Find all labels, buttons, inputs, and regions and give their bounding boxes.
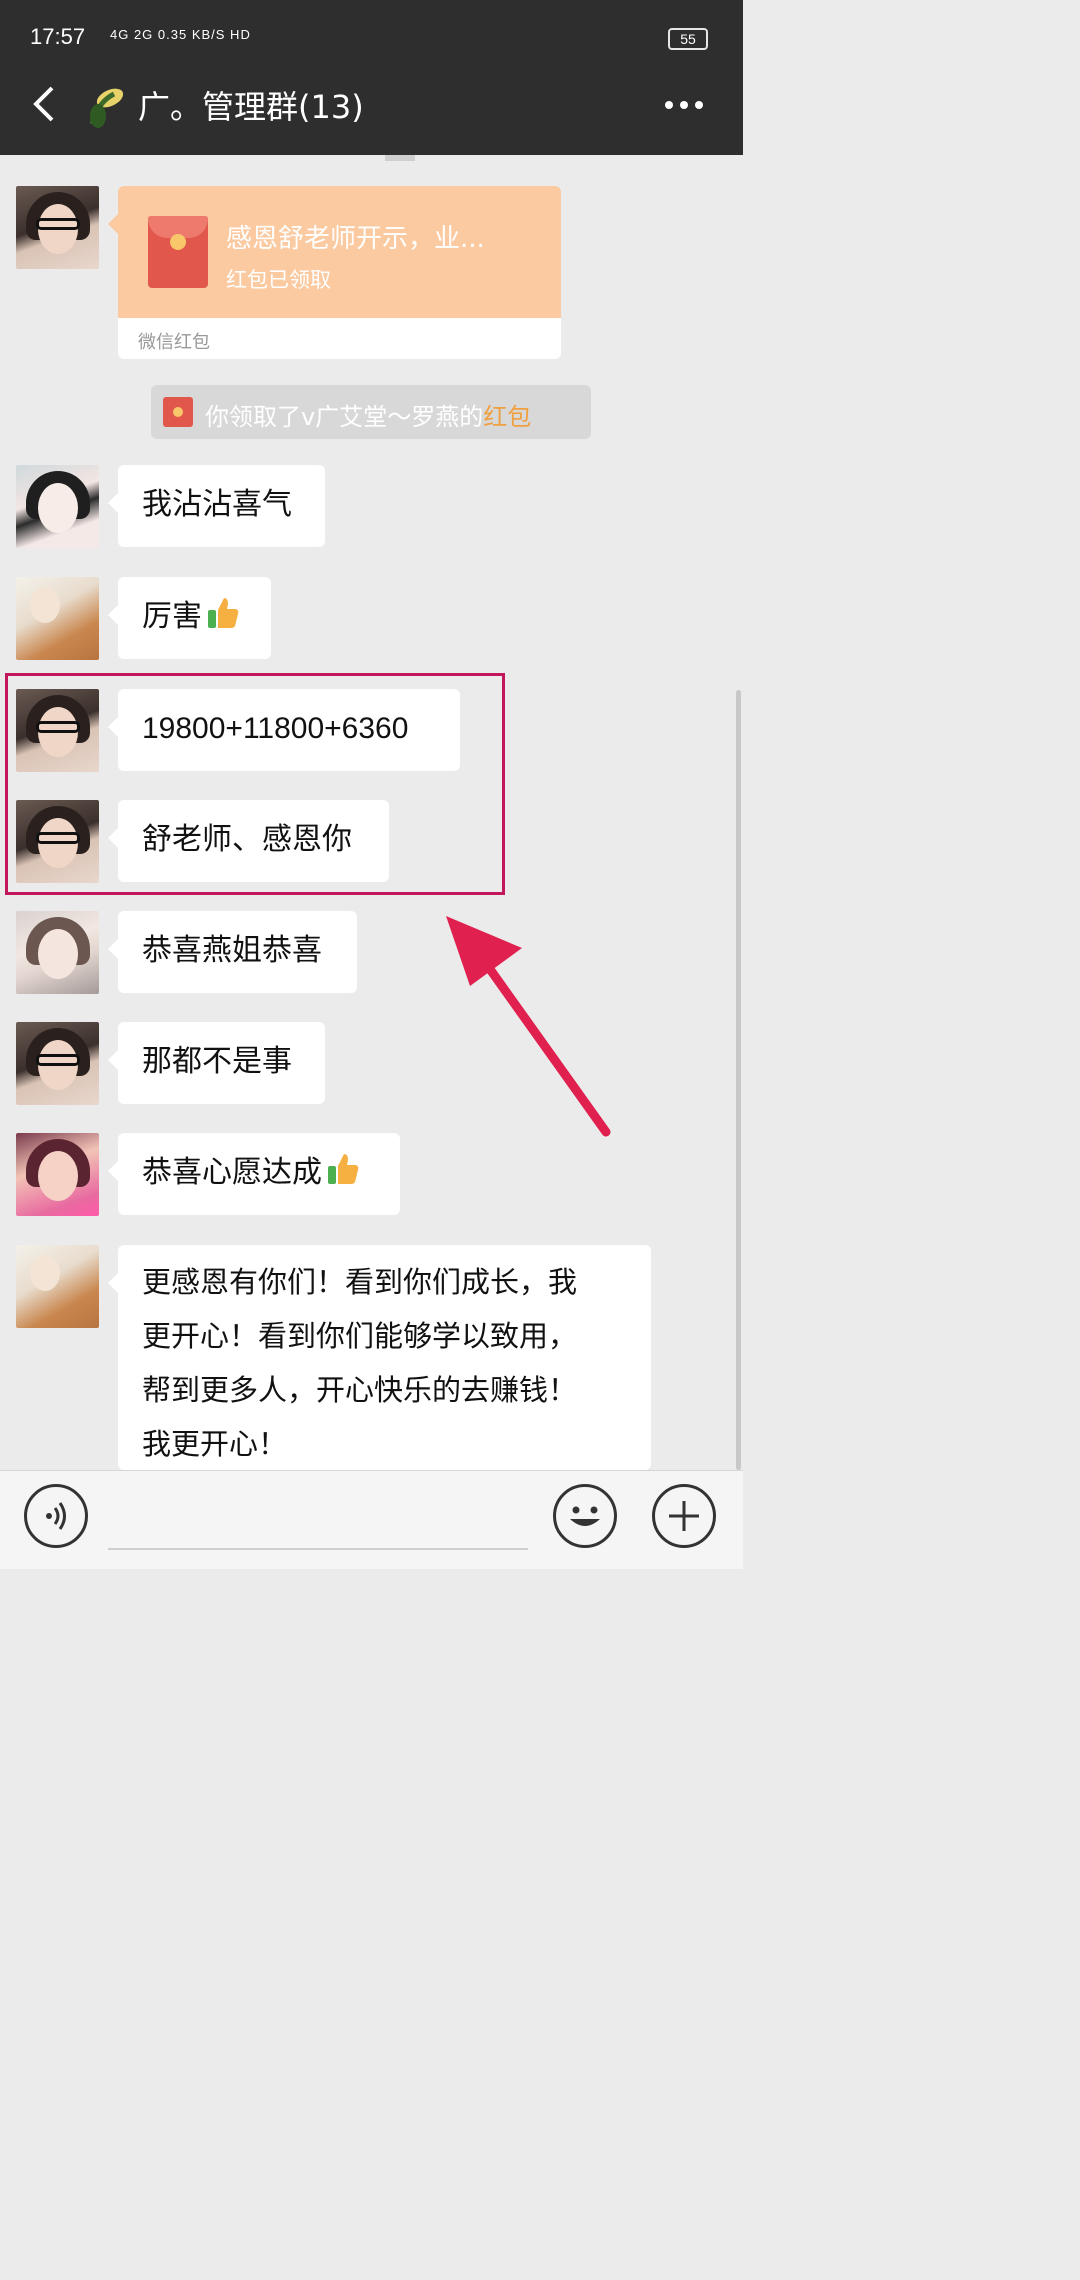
message-text: 那都不是事 — [142, 1044, 292, 1079]
red-packet-footer: 微信红包 — [138, 332, 210, 353]
red-packet-status: 红包已领取 — [226, 268, 331, 292]
battery-indicator: 55 — [668, 28, 708, 50]
message-text: 恭喜燕姐恭喜 — [142, 933, 322, 968]
status-time: 17:57 — [30, 24, 86, 49]
notice-text: 你领取了v广艾堂～罗燕的红包 — [205, 397, 531, 432]
message-line: 更感恩有你们！看到你们成长，我 — [142, 1265, 578, 1299]
voice-input-button[interactable] — [24, 1484, 88, 1548]
avatar-face — [30, 1255, 60, 1291]
status-network: 4G 2G 0.35 KB/S HD — [110, 27, 251, 42]
envelope-seal — [170, 234, 186, 250]
message-bubble[interactable]: 厉害 — [108, 577, 271, 659]
message-bubble[interactable]: 更感恩有你们！看到你们成长，我 更开心！看到你们能够学以致用， 帮到更多人，开心… — [108, 1245, 651, 1470]
avatar-glasses — [36, 218, 80, 230]
message-line: 更开心！看到你们能够学以致用， — [142, 1319, 578, 1353]
red-packet-message[interactable]: 感恩舒老师开示，业... 红包已领取 微信红包 — [118, 186, 561, 359]
avatar[interactable] — [16, 1133, 99, 1216]
more-options-icon[interactable] — [664, 100, 704, 110]
avatar-face — [38, 483, 78, 533]
red-envelope-icon — [148, 216, 208, 288]
red-packet-title: 感恩舒老师开示，业... — [226, 224, 485, 254]
scrollbar[interactable] — [736, 690, 741, 1470]
back-arrow-icon[interactable] — [26, 84, 66, 124]
emoji-button[interactable] — [553, 1484, 617, 1548]
avatar[interactable] — [16, 465, 99, 548]
message-text: 恭喜心愿达成 — [142, 1155, 322, 1190]
avatar[interactable] — [16, 1022, 99, 1105]
avatar[interactable] — [16, 1245, 99, 1328]
message-bubble[interactable]: 我沾沾喜气 — [108, 465, 325, 547]
more-functions-button[interactable] — [652, 1484, 716, 1548]
message-bubble[interactable]: 恭喜燕姐恭喜 — [108, 911, 357, 993]
message-text: 我沾沾喜气 — [142, 487, 292, 522]
chat-title: 广。管理群(13) — [138, 88, 364, 126]
group-avatar-icon — [89, 88, 124, 128]
highlight-box — [5, 673, 505, 895]
message-bubble[interactable]: 那都不是事 — [108, 1022, 325, 1104]
pull-indicator — [385, 155, 415, 161]
title-bar — [0, 0, 743, 155]
message-line: 帮到更多人，开心快乐的去赚钱！ — [142, 1373, 578, 1407]
red-envelope-icon — [163, 397, 193, 427]
avatar-face — [30, 587, 60, 623]
annotation-arrow — [446, 916, 611, 1137]
notice-prefix: 你领取了v广艾堂～罗燕的 — [205, 403, 484, 431]
avatar-face — [38, 929, 78, 979]
message-bubble[interactable]: 恭喜心愿达成 — [108, 1133, 400, 1215]
avatar-glasses — [36, 1054, 80, 1066]
voice-icon — [46, 1502, 66, 1530]
avatar[interactable] — [16, 186, 99, 269]
avatar[interactable] — [16, 577, 99, 660]
system-notice: 你领取了v广艾堂～罗燕的红包 — [151, 385, 591, 439]
message-line: 我更开心！ — [142, 1427, 288, 1461]
message-text: 厉害 — [142, 599, 202, 634]
smiley-icon — [570, 1506, 600, 1526]
thumbs-up-icon — [328, 1154, 359, 1184]
avatar[interactable] — [16, 911, 99, 994]
plus-icon — [669, 1501, 699, 1531]
bubble-tail — [108, 214, 118, 234]
notice-link[interactable]: 红包 — [483, 403, 531, 431]
message-input[interactable] — [108, 1548, 528, 1550]
avatar-face — [38, 1151, 78, 1201]
thumbs-up-icon — [208, 598, 239, 628]
input-bar — [0, 1470, 743, 1569]
